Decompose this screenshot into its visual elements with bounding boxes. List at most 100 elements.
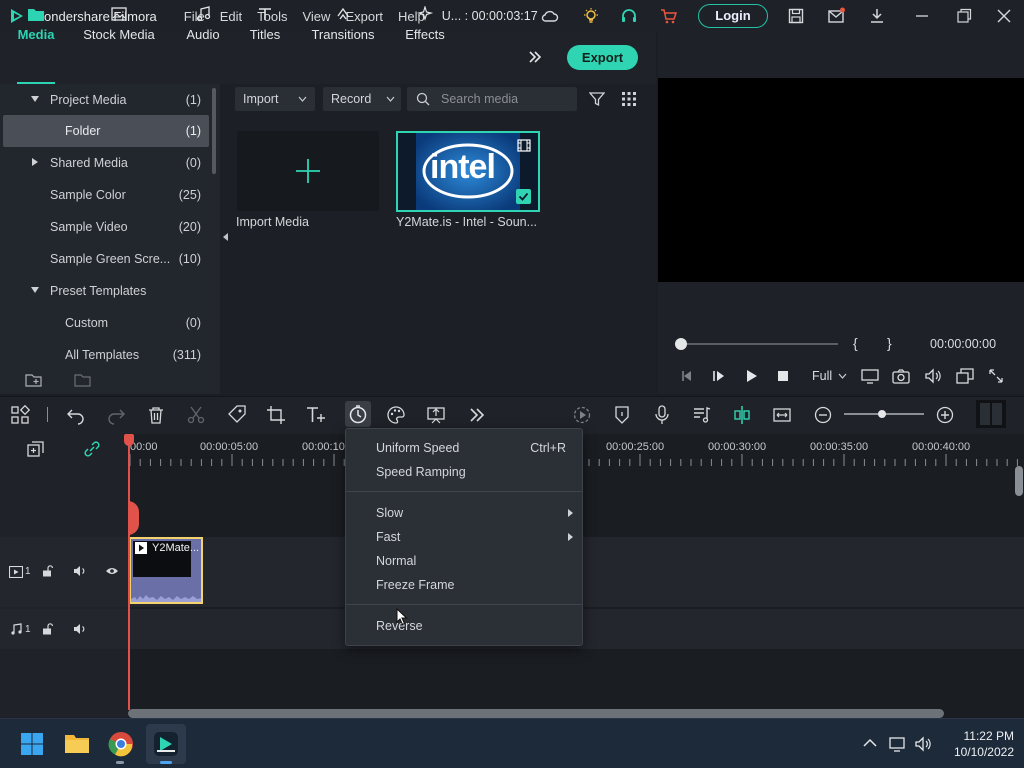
- timeline-vertical-scrollbar[interactable]: [1015, 466, 1023, 496]
- tree-sample-green-screen[interactable]: Sample Green Scre... (10): [0, 243, 212, 275]
- add-track-icon[interactable]: [27, 441, 45, 457]
- import-media-tile[interactable]: [237, 131, 379, 211]
- windows-start-icon[interactable]: [20, 732, 44, 756]
- taskbar-date[interactable]: 10/10/2022: [940, 745, 1014, 759]
- cloud-icon[interactable]: [541, 7, 559, 25]
- download-icon[interactable]: [868, 7, 886, 25]
- stop-icon[interactable]: [775, 368, 791, 384]
- login-button[interactable]: Login: [698, 4, 768, 28]
- tree-sample-color[interactable]: Sample Color (25): [0, 179, 212, 211]
- tab-audio[interactable]: Audio: [182, 4, 224, 42]
- menu-item-speed-ramping[interactable]: Speed Ramping: [376, 465, 466, 479]
- color-palette-icon[interactable]: [386, 405, 406, 425]
- layout-toggle[interactable]: [976, 400, 1006, 428]
- playhead[interactable]: [128, 436, 130, 710]
- eye-icon[interactable]: [105, 566, 119, 576]
- playhead-handle[interactable]: [124, 434, 134, 446]
- undo-icon[interactable]: [66, 405, 86, 425]
- headset-icon[interactable]: [620, 7, 638, 25]
- menu-item-uniform-speed[interactable]: Uniform Speed: [376, 441, 459, 455]
- lightbulb-icon[interactable]: [582, 7, 600, 25]
- grid-view-icon[interactable]: [621, 91, 637, 107]
- menu-item-normal[interactable]: Normal: [376, 554, 416, 568]
- microphone-icon[interactable]: [652, 405, 672, 425]
- add-text-icon[interactable]: [306, 405, 326, 425]
- save-icon[interactable]: [787, 7, 805, 25]
- tree-all-templates[interactable]: All Templates (311): [0, 339, 212, 371]
- tree-folder[interactable]: Folder (1): [3, 115, 209, 147]
- preview-progress-handle[interactable]: [675, 338, 687, 350]
- restore-icon[interactable]: [955, 7, 973, 25]
- audio-mix-icon[interactable]: [692, 405, 712, 425]
- search-input[interactable]: Search media: [407, 87, 577, 111]
- marker-shield-icon[interactable]: [612, 405, 632, 425]
- display-settings-icon[interactable]: [889, 736, 907, 752]
- menu-item-fast[interactable]: Fast: [376, 530, 400, 544]
- tree-shared-media[interactable]: Shared Media (0): [0, 147, 212, 179]
- fullscreen-icon[interactable]: [988, 368, 1004, 384]
- folder-icon[interactable]: [74, 372, 92, 388]
- zoom-out-icon[interactable]: [813, 405, 833, 425]
- layout-grid-icon[interactable]: [10, 405, 30, 425]
- tag-icon[interactable]: [226, 405, 246, 425]
- tab-media[interactable]: Media: [14, 4, 58, 42]
- render-icon[interactable]: [572, 405, 592, 425]
- mail-icon[interactable]: [827, 7, 845, 25]
- tree-sample-video[interactable]: Sample Video (20): [0, 211, 212, 243]
- mark-out-button[interactable]: }: [887, 335, 892, 351]
- quality-dropdown[interactable]: Full: [812, 369, 832, 383]
- timeline-horizontal-scrollbar[interactable]: [128, 709, 944, 718]
- play-frame-icon[interactable]: [711, 368, 727, 384]
- menu-item-freeze-frame[interactable]: Freeze Frame: [376, 578, 455, 592]
- double-chevron-right-icon[interactable]: [467, 405, 487, 425]
- volume-icon[interactable]: [924, 368, 942, 384]
- snap-magnet-icon[interactable]: [732, 405, 752, 425]
- redo-icon[interactable]: [106, 405, 126, 425]
- menu-item-slow[interactable]: Slow: [376, 506, 403, 520]
- speaker-icon[interactable]: [73, 623, 87, 635]
- unlock-icon[interactable]: [42, 623, 54, 635]
- chevron-down-icon[interactable]: [838, 373, 847, 379]
- new-folder-icon[interactable]: [25, 372, 43, 388]
- close-icon[interactable]: [995, 7, 1013, 25]
- pip-icon[interactable]: [956, 368, 974, 384]
- tab-transitions[interactable]: Transitions: [310, 4, 376, 42]
- volume-tray-icon[interactable]: [914, 736, 932, 752]
- filter-icon[interactable]: [589, 91, 605, 107]
- file-explorer-icon[interactable]: [64, 732, 90, 754]
- speed-clock-icon[interactable]: [348, 405, 368, 425]
- green-screen-icon[interactable]: [426, 405, 446, 425]
- display-icon[interactable]: [861, 368, 879, 384]
- import-dropdown[interactable]: Import: [235, 87, 315, 111]
- zoom-in-icon[interactable]: [935, 405, 955, 425]
- unlock-icon[interactable]: [42, 565, 54, 577]
- step-back-icon[interactable]: [679, 368, 695, 384]
- record-dropdown[interactable]: Record: [323, 87, 401, 111]
- minimize-icon[interactable]: [913, 7, 931, 25]
- collapse-panel-arrow-icon[interactable]: [223, 233, 228, 241]
- cart-icon[interactable]: [660, 7, 678, 25]
- chrome-icon[interactable]: [108, 731, 134, 757]
- zoom-slider-handle[interactable]: [878, 410, 886, 418]
- play-icon[interactable]: [743, 368, 759, 384]
- timeline-video-clip[interactable]: Y2Mate...: [129, 537, 203, 604]
- tree-custom[interactable]: Custom (0): [0, 307, 212, 339]
- mark-in-button[interactable]: {: [853, 335, 858, 351]
- preview-progress-track[interactable]: [680, 343, 838, 345]
- tab-stock-media[interactable]: Stock Media: [82, 4, 156, 42]
- scissors-icon[interactable]: [186, 405, 206, 425]
- fit-timeline-icon[interactable]: [772, 405, 792, 425]
- export-button[interactable]: Export: [567, 45, 638, 70]
- delete-trash-icon[interactable]: [146, 405, 166, 425]
- double-chevron-right-icon[interactable]: [527, 49, 543, 65]
- crop-icon[interactable]: [266, 405, 286, 425]
- chevron-up-icon[interactable]: [862, 737, 878, 749]
- tree-scrollbar[interactable]: [212, 88, 216, 174]
- camera-snapshot-icon[interactable]: [892, 368, 910, 384]
- tree-project-media[interactable]: Project Media (1): [0, 84, 212, 116]
- tab-effects[interactable]: Effects: [402, 4, 448, 42]
- speaker-icon[interactable]: [73, 565, 87, 577]
- media-clip-thumbnail[interactable]: intel: [396, 131, 540, 212]
- link-icon[interactable]: [83, 441, 101, 457]
- tree-preset-templates[interactable]: Preset Templates: [0, 275, 212, 307]
